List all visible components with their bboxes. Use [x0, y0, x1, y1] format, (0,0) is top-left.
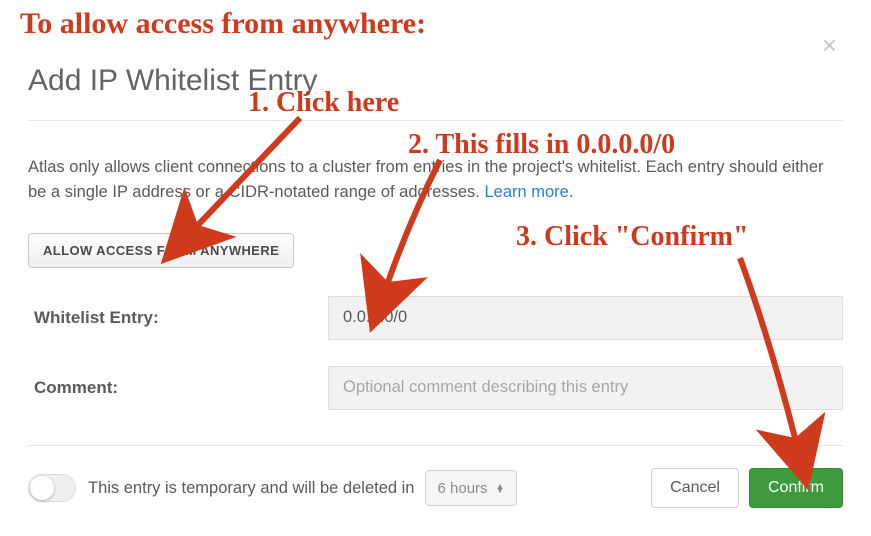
footer-row: This entry is temporary and will be dele… — [28, 468, 843, 508]
confirm-button[interactable]: Confirm — [749, 468, 843, 508]
duration-value: 6 hours — [438, 480, 488, 497]
divider — [28, 120, 843, 121]
comment-row: Comment: — [28, 366, 843, 410]
temporary-toggle[interactable] — [28, 474, 76, 502]
modal-description: Atlas only allows client connections to … — [28, 155, 843, 205]
updown-icon: ▲▼ — [496, 484, 505, 493]
description-text: Atlas only allows client connections to … — [28, 158, 824, 201]
close-icon[interactable]: × — [822, 32, 837, 58]
modal-footer: This entry is temporary and will be dele… — [28, 445, 843, 508]
modal-title: Add IP Whitelist Entry — [28, 64, 843, 98]
comment-label: Comment: — [28, 378, 328, 398]
whitelist-entry-label: Whitelist Entry: — [28, 308, 328, 328]
whitelist-entry-input[interactable] — [328, 296, 843, 340]
whitelist-entry-row: Whitelist Entry: — [28, 296, 843, 340]
description-period: . — [569, 183, 574, 201]
toggle-knob — [30, 476, 54, 500]
cancel-button[interactable]: Cancel — [651, 468, 739, 508]
temporary-text: This entry is temporary and will be dele… — [88, 479, 415, 498]
learn-more-link[interactable]: Learn more — [484, 183, 568, 201]
comment-input[interactable] — [328, 366, 843, 410]
duration-select[interactable]: 6 hours ▲▼ — [425, 470, 518, 506]
allow-access-anywhere-button[interactable]: ALLOW ACCESS FROM ANYWHERE — [28, 233, 294, 268]
add-ip-whitelist-modal: × Add IP Whitelist Entry Atlas only allo… — [16, 8, 855, 528]
footer-divider — [28, 445, 843, 446]
